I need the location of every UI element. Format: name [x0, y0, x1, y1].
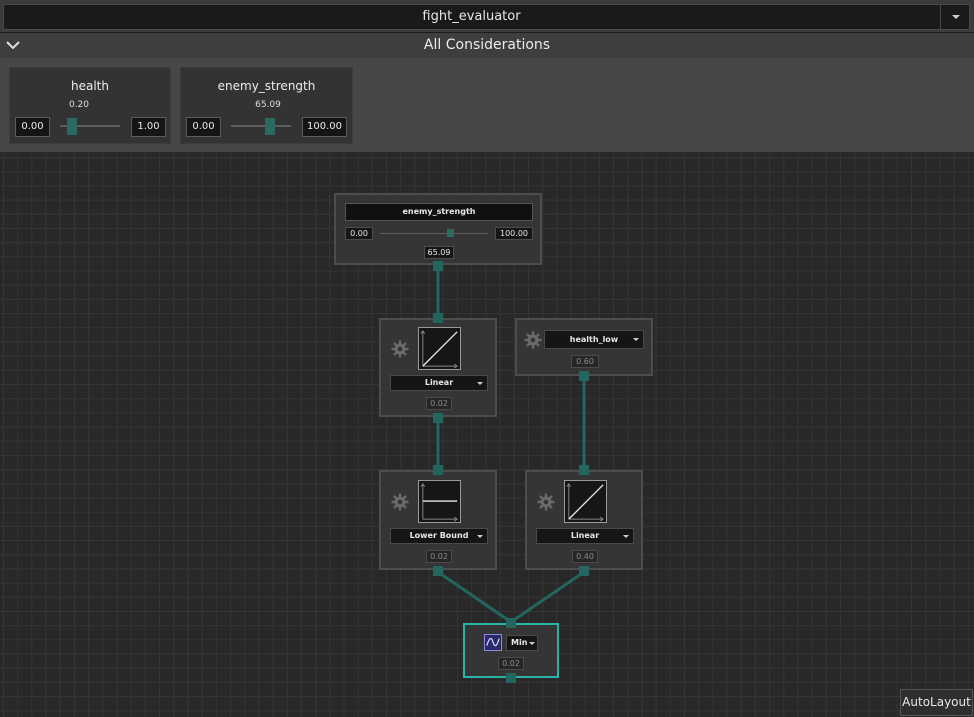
input-max-field[interactable]: 100.00 [495, 227, 533, 240]
value-slider-thumb[interactable] [265, 118, 276, 135]
combine-node-min[interactable]: Min 0.02 [463, 623, 559, 678]
curve-preview-linear [418, 327, 461, 370]
curve-type-dropdown[interactable]: Lower Bound [390, 528, 488, 544]
input-slider-thumb[interactable] [446, 229, 454, 237]
max-field[interactable]: 1.00 [131, 117, 166, 137]
output-port[interactable] [579, 566, 589, 576]
min-function-icon [484, 634, 502, 651]
input-slider-track[interactable] [380, 233, 488, 234]
chevron-down-icon[interactable] [940, 5, 969, 29]
chevron-down-icon [633, 338, 639, 341]
considerations-header: All Considerations [0, 33, 974, 58]
gear-icon[interactable] [391, 340, 409, 358]
consideration-card-health: health 0.20 0.00 1.00 [9, 67, 171, 144]
chevron-down-icon [477, 535, 483, 538]
autolayout-button[interactable]: AutoLayout [900, 689, 973, 716]
input-port[interactable] [506, 618, 516, 628]
constant-output-value: 0.60 [571, 355, 599, 368]
value-slider-track[interactable] [231, 125, 291, 127]
combine-op-label: Min [511, 638, 528, 647]
curve-type-label: Linear [570, 531, 600, 540]
considerations-panel: health 0.20 0.00 1.00 enemy_strength 65.… [0, 58, 974, 153]
curve-preview-linear [564, 480, 607, 523]
curve-output-value: 0.40 [572, 550, 598, 563]
chevron-down-icon [477, 382, 483, 385]
evaluator-select-label: fight_evaluator [422, 9, 521, 24]
output-port[interactable] [433, 566, 443, 576]
min-field[interactable]: 0.00 [15, 117, 50, 137]
curve-node-linear-2[interactable]: Linear 0.40 [525, 470, 643, 570]
chevron-down-icon [623, 535, 629, 538]
max-field[interactable]: 100.00 [302, 117, 347, 137]
input-node-enemy-strength[interactable]: enemy_strength 0.00 100.00 65.09 [334, 193, 542, 265]
value-slider-thumb[interactable] [67, 118, 77, 135]
consideration-value: 0.20 [68, 100, 90, 110]
constant-node-health-low[interactable]: health_low 0.60 [515, 318, 653, 376]
input-value-field[interactable]: 65.09 [424, 246, 454, 259]
output-port[interactable] [433, 261, 443, 271]
gear-icon[interactable] [524, 331, 542, 349]
input-node-label: enemy_strength [345, 203, 533, 221]
considerations-title: All Considerations [423, 37, 551, 53]
curve-output-value: 0.02 [426, 550, 452, 563]
output-port[interactable] [506, 673, 516, 683]
gear-icon[interactable] [391, 493, 409, 511]
evaluator-select[interactable]: fight_evaluator [3, 4, 970, 30]
curve-type-label: Linear [424, 378, 454, 387]
consideration-value: 65.09 [255, 100, 281, 110]
consideration-dropdown-label: health_low [569, 335, 619, 344]
consideration-dropdown[interactable]: health_low [544, 330, 644, 349]
input-min-field[interactable]: 0.00 [345, 227, 373, 240]
curve-type-dropdown[interactable]: Linear [390, 375, 488, 391]
combine-op-dropdown[interactable]: Min [506, 635, 538, 651]
curve-node-lower-bound[interactable]: Lower Bound 0.02 [379, 470, 497, 570]
input-port[interactable] [579, 465, 589, 475]
curve-type-dropdown[interactable]: Linear [536, 528, 634, 544]
consideration-name: health [71, 79, 109, 93]
gear-icon[interactable] [537, 493, 555, 511]
curve-output-value: 0.02 [426, 397, 452, 410]
min-field[interactable]: 0.00 [186, 117, 221, 137]
title-bar: fight_evaluator [0, 0, 974, 33]
input-port[interactable] [433, 313, 443, 323]
output-port[interactable] [579, 371, 589, 381]
curve-type-label: Lower Bound [409, 531, 469, 540]
consideration-name: enemy_strength [217, 79, 316, 93]
chevron-down-icon [529, 642, 535, 645]
combine-output-value: 0.02 [498, 657, 524, 670]
curve-node-linear[interactable]: Linear 0.02 [379, 318, 497, 417]
consideration-card-enemy-strength: enemy_strength 65.09 0.00 100.00 [180, 67, 353, 144]
input-port[interactable] [433, 465, 443, 475]
curve-preview-lower-bound [418, 480, 461, 523]
output-port[interactable] [433, 413, 443, 423]
